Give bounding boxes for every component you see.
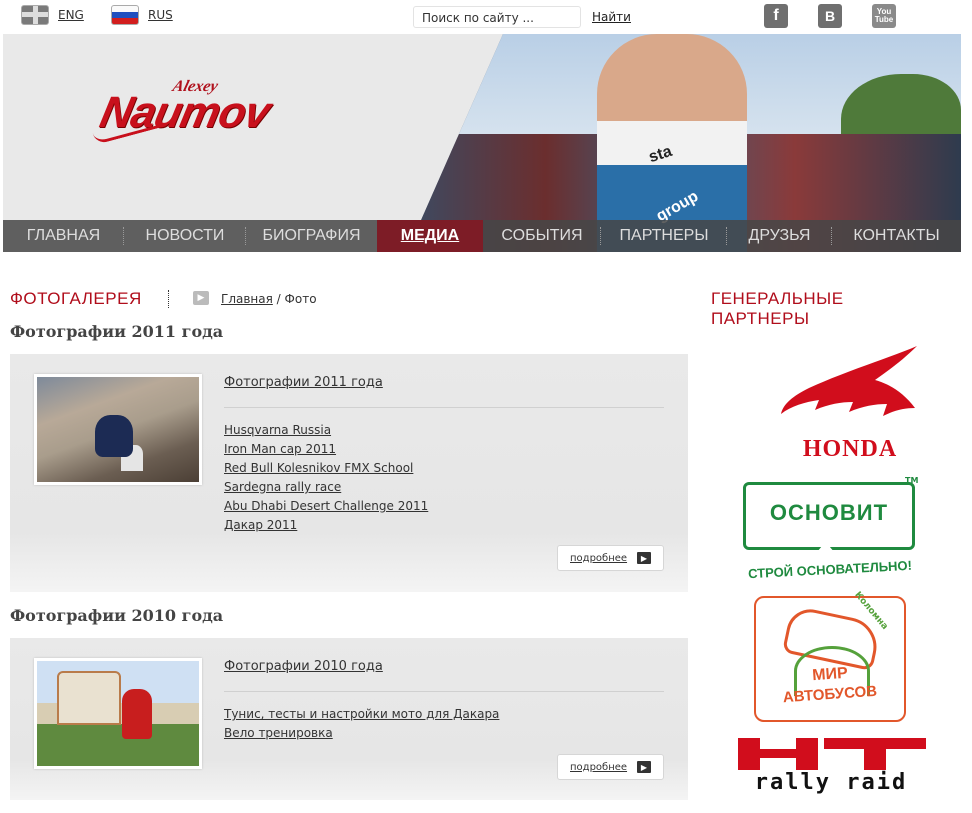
desert-photo (37, 377, 199, 482)
list-item: Вело тренировка (224, 724, 499, 743)
search-button[interactable]: Найти (592, 10, 631, 24)
osnovit-slogan: СТРОЙ ОСНОВАТЕЛЬНО! (747, 557, 913, 582)
arrow-right-icon: ▶ (637, 552, 651, 564)
site-header: ENG RUS Поиск по сайту ... Найти f B You… (3, 0, 961, 252)
ht-wordmark: rally raid (754, 770, 908, 795)
album-sublink[interactable]: Дакар 2011 (224, 518, 297, 532)
breadcrumb-current: Фото (284, 292, 317, 306)
list-item: Iron Man cap 2011 (224, 440, 428, 459)
youtube-icon[interactable]: You Tube (872, 4, 896, 28)
osnovit-trademark: TM (905, 476, 919, 485)
list-item: Husqvarna Russia (224, 421, 428, 440)
album-link-2010[interactable]: Фотографии 2010 года (224, 659, 383, 674)
list-item: Abu Dhabi Desert Challenge 2011 (224, 497, 428, 516)
lang-rus-link[interactable]: RUS (148, 8, 173, 22)
album-box-2010: Фотографии 2010 года Тунис, тесты и наст… (10, 638, 688, 800)
youtube-glyph-bottom: Tube (874, 15, 894, 24)
album-thumbnail-2011[interactable] (34, 374, 202, 485)
ht-mark-icon (738, 738, 926, 770)
title-divider (168, 290, 169, 308)
search-input[interactable]: Поиск по сайту ... (413, 6, 581, 28)
list-item: Тунис, тесты и настройки мото для Дакара (224, 705, 499, 724)
list-item: Red Bull Kolesnikov FMX School (224, 459, 428, 478)
osnovit-logo[interactable]: ОСНОВИТ TM СТРОЙ ОСНОВАТЕЛЬНО! (741, 476, 919, 584)
mir-avtobusov-logo[interactable]: Коломна МИР АВТОБУСОВ (754, 590, 906, 722)
more-button-2011[interactable]: подробнее ▶ (557, 545, 664, 571)
nav-item-media[interactable]: Медиа (377, 220, 483, 252)
vkontakte-glyph: B (824, 8, 836, 24)
album-sublink[interactable]: Тунис, тесты и настройки мото для Дакара (224, 707, 499, 721)
album-link-2011[interactable]: Фотографии 2011 года (224, 375, 383, 390)
nav-item-friends[interactable]: Друзья (727, 220, 832, 252)
uk-flag-icon[interactable] (21, 5, 49, 25)
nav-item-biography[interactable]: Биография (246, 220, 377, 252)
section-heading-2010: Фотографии 2010 года (10, 606, 224, 625)
list-item: Sardegna rally race (224, 478, 428, 497)
breadcrumb-separator: / (276, 292, 281, 306)
cyclist-photo (37, 661, 199, 766)
nav-item-contacts[interactable]: Контакты (832, 220, 961, 252)
nav-item-news[interactable]: Новости (124, 220, 246, 252)
ht-rally-raid-logo[interactable]: rally raid (734, 736, 928, 798)
section-heading-2011: Фотографии 2011 года (10, 322, 224, 341)
honda-wing-icon (781, 346, 917, 416)
osnovit-wordmark: ОСНОВИТ (769, 500, 889, 525)
album-sublink[interactable]: Iron Man cap 2011 (224, 442, 336, 456)
more-button-label: подробнее (570, 552, 628, 564)
nav-item-home[interactable]: Главная (3, 220, 124, 252)
facebook-icon[interactable]: f (764, 4, 788, 28)
nav-item-events[interactable]: События (483, 220, 601, 252)
honda-logo[interactable]: HONDA (775, 344, 925, 462)
album-sublink[interactable]: Red Bull Kolesnikov FMX School (224, 461, 413, 475)
arrow-right-icon: ▶ (637, 761, 651, 773)
album-sublink[interactable]: Abu Dhabi Desert Challenge 2011 (224, 499, 428, 513)
list-item: Дакар 2011 (224, 516, 428, 535)
album-thumbnail-2010[interactable] (34, 658, 202, 769)
site-logo[interactable]: Alexey Naumov (92, 78, 343, 148)
facebook-glyph: f (773, 7, 779, 24)
top-bar: ENG RUS Поиск по сайту ... Найти f B You… (3, 0, 961, 34)
album-sublink[interactable]: Sardegna rally race (224, 480, 341, 494)
album-sublink[interactable]: Вело тренировка (224, 726, 333, 740)
album-list-2011: Husqvarna Russia Iron Man cap 2011 Red B… (224, 421, 428, 535)
album-box-2011: Фотографии 2011 года Husqvarna Russia Ir… (10, 354, 688, 592)
lang-eng-link[interactable]: ENG (58, 8, 84, 22)
honda-wordmark: HONDA (802, 436, 898, 462)
album-list-2010: Тунис, тесты и настройки мото для Дакара… (224, 705, 499, 743)
album-sublink[interactable]: Husqvarna Russia (224, 423, 331, 437)
album-divider (224, 691, 664, 692)
lang-rus[interactable]: RUS (111, 5, 173, 25)
vkontakte-icon[interactable]: B (818, 4, 842, 28)
breadcrumb-home-link[interactable]: Главная (221, 292, 273, 306)
russia-flag-icon[interactable] (111, 5, 139, 25)
breadcrumb: Главная / Фото (221, 292, 317, 306)
partners-title: ГЕНЕРАЛЬНЫЕ ПАРТНЕРЫ (711, 289, 844, 328)
more-button-2010[interactable]: подробнее ▶ (557, 754, 664, 780)
main-nav: Главная Новости Биография Медиа События … (3, 220, 961, 252)
lang-eng[interactable]: ENG (21, 5, 84, 25)
album-divider (224, 407, 664, 408)
breadcrumb-arrow-icon: ▶ (193, 291, 209, 305)
page-title: ФОТОГАЛЕРЕЯ (10, 289, 142, 308)
nav-item-partners[interactable]: Партнеры (601, 220, 727, 252)
more-button-label: подробнее (570, 761, 628, 773)
